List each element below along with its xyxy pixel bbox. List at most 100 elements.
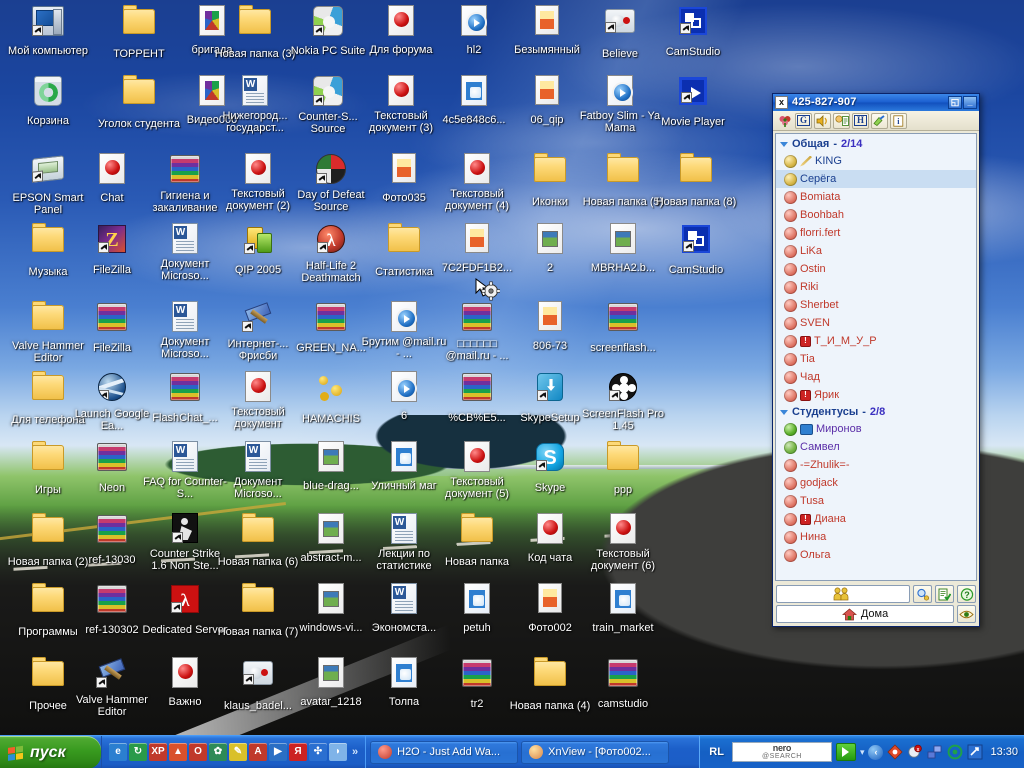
chat-user-row[interactable]: florri.fert xyxy=(776,224,976,242)
desktop-icon-label: Мой компьютер xyxy=(7,45,89,57)
taskbar[interactable]: пуск e ↻ XP ▲ O ✿ ✎ A ▶ Я ✣ ◗» H2O - Just Add Wa...… xyxy=(0,735,1024,768)
group-icon[interactable]: G xyxy=(795,112,812,129)
desktop-icon[interactable]: camstudio xyxy=(579,656,667,712)
chat-group-header[interactable]: Общая -2/14 xyxy=(776,136,976,152)
network-tray-icon[interactable] xyxy=(927,744,943,760)
aimp-icon[interactable]: A xyxy=(249,743,267,761)
shell-icon[interactable]: ◗ xyxy=(329,743,347,761)
chat-user-row[interactable]: godjack xyxy=(776,474,976,492)
opera-icon[interactable]: O xyxy=(189,743,207,761)
windows-xp-icon[interactable]: XP xyxy=(149,743,167,761)
desktop-icon[interactable]: Movie Player xyxy=(649,74,737,130)
status-selector[interactable]: Дома xyxy=(776,605,954,623)
status-label: Дома xyxy=(860,608,889,620)
camera-icon xyxy=(800,423,813,435)
refresh-icon[interactable]: ↻ xyxy=(129,743,147,761)
chat-user-row[interactable]: Ольга xyxy=(776,546,976,564)
home-icon xyxy=(841,607,857,620)
paint-icon[interactable]: ✿ xyxy=(209,743,227,761)
chat-user-row[interactable]: Нина xyxy=(776,528,976,546)
settings-icon[interactable] xyxy=(871,112,888,129)
tray-overflow-button[interactable]: ‹ xyxy=(868,744,884,760)
chat-user-row[interactable]: LiKa xyxy=(776,242,976,260)
chevron-down-icon[interactable] xyxy=(780,409,788,415)
desktop-icon[interactable]: ppp xyxy=(579,440,667,498)
acrobat-icon[interactable]: ▲ xyxy=(169,743,187,761)
chat-user-row[interactable]: Riki xyxy=(776,278,976,296)
desktop-icon-label: FileZilla xyxy=(93,342,131,354)
chat-toolbar[interactable]: G H i xyxy=(773,111,979,131)
restore-button[interactable]: ◱ xyxy=(948,96,962,109)
taskbar-task-button[interactable]: H2O - Just Add Wa... xyxy=(370,740,519,764)
media-player-icon[interactable]: ▶ xyxy=(269,743,287,761)
quick-launch-bar[interactable]: e ↻ XP ▲ O ✿ ✎ A ▶ Я ✣ ◗» xyxy=(101,736,365,768)
chat-user-row[interactable]: Ostin xyxy=(776,260,976,278)
chat-user-row[interactable]: Чад xyxy=(776,368,976,386)
message-input[interactable] xyxy=(776,585,910,603)
chat-user-row[interactable]: ! Ярик xyxy=(776,386,976,404)
history-icon[interactable]: H xyxy=(852,112,869,129)
antivirus-tray-icon[interactable]: x xyxy=(907,744,923,760)
chat-user-row[interactable]: -=Zhulik=- xyxy=(776,456,976,474)
minimize-button[interactable]: _ xyxy=(963,96,977,109)
desktop-icon[interactable]: CamStudio xyxy=(652,222,740,278)
chat-user-row[interactable]: Серёга xyxy=(776,170,976,188)
chat-user-row[interactable]: Tusa xyxy=(776,492,976,510)
desktop-icon[interactable]: train_market xyxy=(579,582,667,636)
language-indicator[interactable]: RL xyxy=(705,746,728,758)
chat-user-row[interactable]: Миронов xyxy=(776,420,976,438)
eye-icon[interactable] xyxy=(957,605,976,623)
taskbar-clock[interactable]: 13:30 xyxy=(987,746,1018,758)
chat-user-row[interactable]: Bomiata xyxy=(776,188,976,206)
go-arrow-icon[interactable] xyxy=(835,743,856,761)
media-icon xyxy=(388,371,420,403)
chat-user-row[interactable]: Boohbah xyxy=(776,206,976,224)
yandex-icon[interactable]: Я xyxy=(289,743,307,761)
chat-user-row[interactable]: Самвел xyxy=(776,438,976,456)
notepad-icon[interactable]: ✎ xyxy=(229,743,247,761)
hamachi-tray-icon[interactable] xyxy=(887,744,904,760)
chat-user-row[interactable]: ! Диана xyxy=(776,510,976,528)
taskbar-task-list[interactable]: H2O - Just Add Wa... XnView - [Фото002... xyxy=(365,736,699,768)
desktop-icon[interactable]: Текстовый документ (6) xyxy=(579,512,667,574)
chat-user-row[interactable]: KING xyxy=(776,152,976,170)
desktop-icon[interactable]: Мой компьютер xyxy=(4,4,92,59)
folder-icon xyxy=(123,75,155,111)
sound-icon[interactable] xyxy=(814,112,831,129)
img-icon xyxy=(315,657,347,689)
chat-group-header[interactable]: Студентусы -2/8 xyxy=(776,404,976,420)
desktop-icon[interactable]: screenflash... xyxy=(579,300,667,356)
nero-search-toolbar[interactable]: nero @SEARCH xyxy=(731,742,832,762)
quick-launch-overflow-button[interactable]: » xyxy=(349,746,361,758)
flower-icon[interactable] xyxy=(776,113,793,129)
user-list-icon[interactable] xyxy=(833,112,850,129)
bluetooth-icon[interactable]: ✣ xyxy=(309,743,327,761)
info-icon[interactable]: i xyxy=(890,112,907,129)
chat-user-row[interactable]: Tia xyxy=(776,350,976,368)
taskbar-task-button[interactable]: XnView - [Фото002... xyxy=(521,740,670,764)
chat-window-titlebar[interactable]: x 425-827-907 ◱ _ xyxy=(773,94,979,111)
notes-button[interactable] xyxy=(935,585,954,603)
chat-user-row[interactable]: Sherbet xyxy=(776,296,976,314)
chat-user-row[interactable]: ! Т_И_М_У_Р xyxy=(776,332,976,350)
chevron-down-icon[interactable]: ▾ xyxy=(860,747,865,757)
shortcut-overlay-icon xyxy=(316,173,327,184)
chat-user-list[interactable]: Общая -2/14 KING Серёга Bomiata Boohbah florri… xyxy=(775,133,977,581)
desktop-icon[interactable]: Корзина xyxy=(4,74,92,129)
system-tray[interactable]: RL nero @SEARCH ▾ ‹ x 13:30 xyxy=(699,736,1024,768)
shortcut-overlay-icon xyxy=(536,460,547,471)
chat-user-row[interactable]: SVEN xyxy=(776,314,976,332)
desktop-icon[interactable]: CamStudio xyxy=(649,4,737,60)
help-button[interactable]: ? xyxy=(957,585,976,603)
chevron-down-icon[interactable] xyxy=(780,141,788,147)
nero-tray-icon[interactable] xyxy=(947,744,963,760)
desktop-icon-label: HAMACHIS xyxy=(301,413,361,425)
internet-explorer-icon[interactable]: e xyxy=(109,743,127,761)
start-button[interactable]: пуск xyxy=(0,736,101,768)
close-x-icon[interactable]: x xyxy=(775,96,788,109)
find-user-button[interactable] xyxy=(913,585,932,603)
desktop-icon[interactable]: Новая папка (8) xyxy=(652,152,740,210)
chat-window[interactable]: x 425-827-907 ◱ _ G H i Общая - 2/14 KIN… xyxy=(772,93,980,627)
chat-tray-icon[interactable] xyxy=(967,744,983,760)
desktop-icon[interactable]: ScreenFlash Pro 1.45 xyxy=(579,370,667,434)
